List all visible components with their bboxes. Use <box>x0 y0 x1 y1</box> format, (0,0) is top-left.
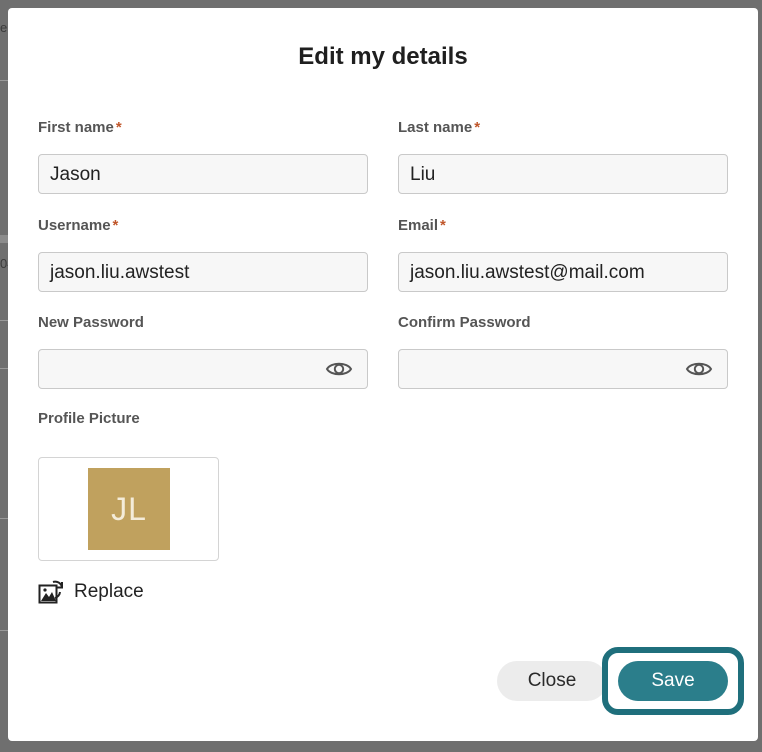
background-divider <box>0 518 8 519</box>
required-asterisk: * <box>440 217 446 234</box>
background-divider <box>0 320 8 321</box>
username-label: Username * <box>38 216 368 236</box>
save-button-focus-ring: Save <box>602 647 744 715</box>
new-password-field: New Password <box>38 313 368 389</box>
email-field: Email * jason.liu.awstest@mail.com <box>398 216 728 292</box>
background-divider <box>0 368 8 369</box>
background-divider <box>0 630 8 631</box>
required-asterisk: * <box>474 119 481 136</box>
last-name-label: Last name * <box>398 118 728 138</box>
show-password-eye-icon[interactable] <box>325 359 353 379</box>
last-name-value: Liu <box>410 164 436 185</box>
required-asterisk: * <box>115 119 122 136</box>
username-field: Username * jason.liu.awstest <box>38 216 368 292</box>
image-replace-icon <box>38 580 63 604</box>
background-divider <box>0 235 8 243</box>
replace-picture-button[interactable]: Replace <box>38 577 144 607</box>
username-input[interactable]: jason.liu.awstest <box>38 252 368 292</box>
first-name-field: First name * Jason <box>38 118 368 194</box>
avatar: JL <box>88 468 170 550</box>
confirm-password-input[interactable] <box>398 349 728 389</box>
save-button[interactable]: Save <box>618 661 728 701</box>
show-password-eye-icon[interactable] <box>685 359 713 379</box>
first-name-value: Jason <box>50 164 101 185</box>
replace-label: Replace <box>74 581 144 602</box>
edit-details-dialog: Edit my details First name * Jason Last n… <box>8 8 758 741</box>
background-divider <box>0 80 8 81</box>
username-label-text: Username <box>38 217 111 234</box>
dialog-title: Edit my details <box>298 43 468 70</box>
new-password-label: New Password <box>38 314 144 331</box>
profile-picture-preview: JL <box>38 457 219 561</box>
profile-picture-label: Profile Picture <box>38 410 140 427</box>
confirm-password-label: Confirm Password <box>398 314 531 331</box>
email-input[interactable]: jason.liu.awstest@mail.com <box>398 252 728 292</box>
first-name-label-text: First name <box>38 119 114 136</box>
first-name-label: First name * <box>38 118 368 138</box>
last-name-label-text: Last name <box>398 119 473 136</box>
confirm-password-field: Confirm Password <box>398 313 728 389</box>
required-asterisk: * <box>112 217 119 234</box>
email-label: Email * <box>398 216 728 236</box>
close-button[interactable]: Close <box>497 661 607 701</box>
background-text-fragment: e <box>0 20 8 35</box>
username-value: jason.liu.awstest <box>50 262 190 283</box>
email-label-text: Email <box>398 217 439 234</box>
email-value: jason.liu.awstest@mail.com <box>410 262 645 283</box>
last-name-field: Last name * Liu <box>398 118 728 194</box>
first-name-input[interactable]: Jason <box>38 154 368 194</box>
new-password-input[interactable] <box>38 349 368 389</box>
last-name-input[interactable]: Liu <box>398 154 728 194</box>
